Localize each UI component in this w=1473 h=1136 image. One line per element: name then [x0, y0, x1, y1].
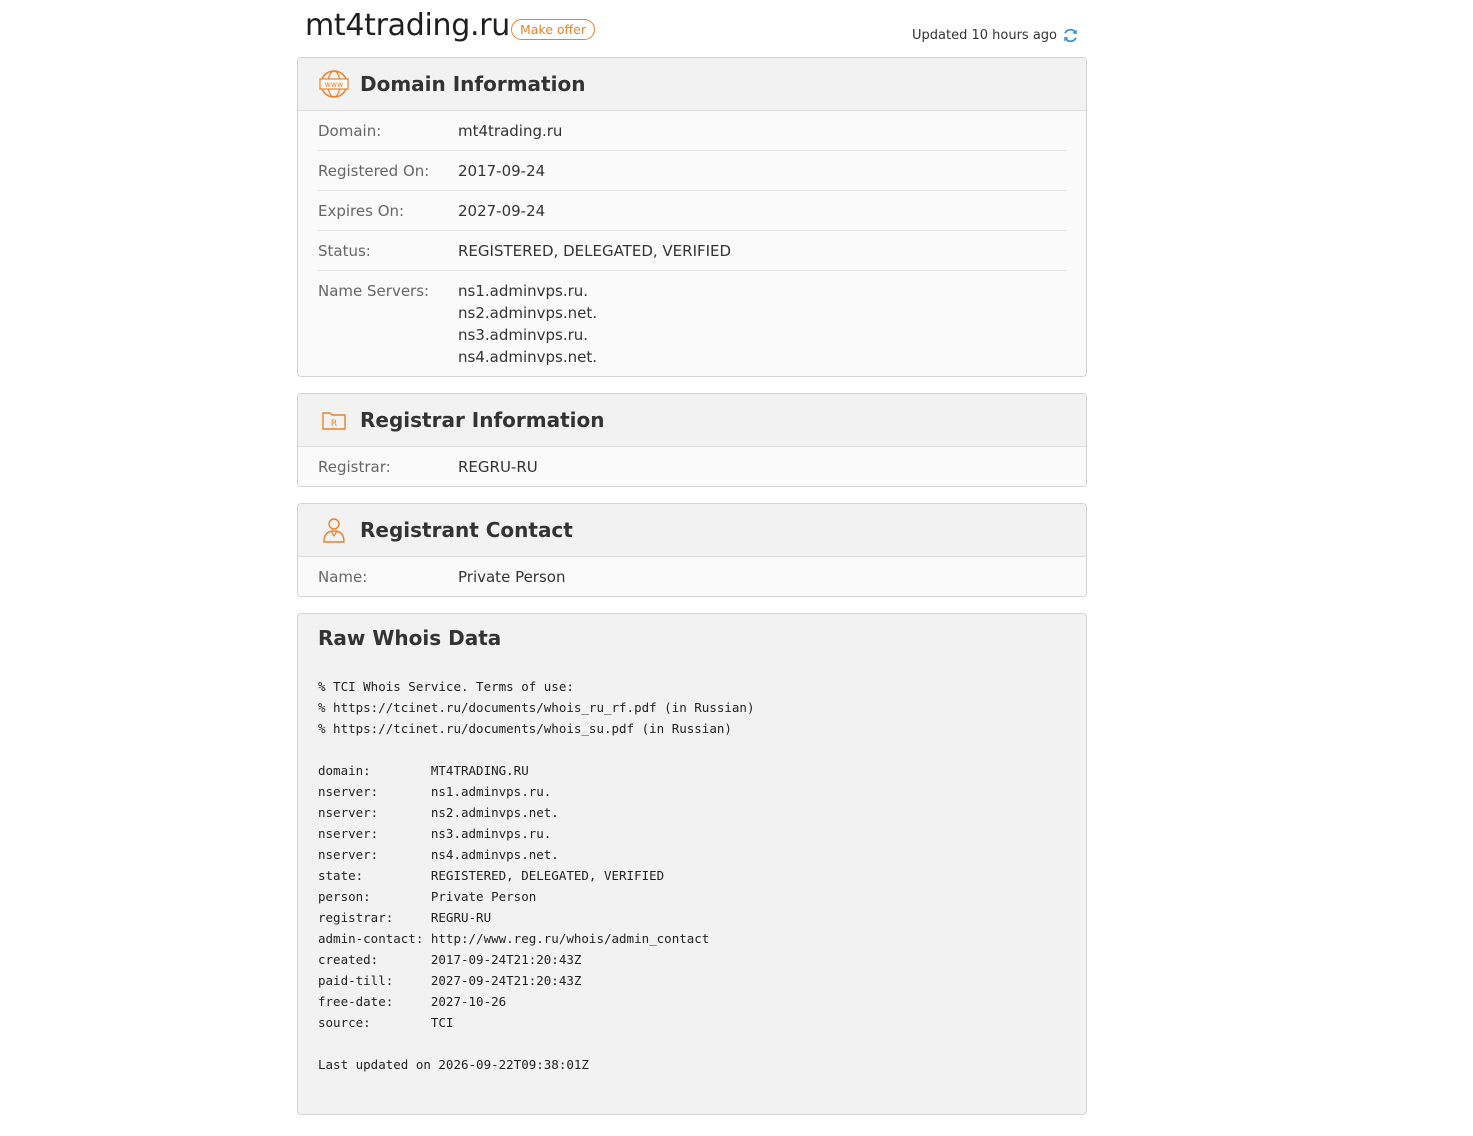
row-value: mt4trading.ru [458, 122, 563, 140]
expires-on-row: Expires On: 2027-09-24 [318, 191, 1066, 231]
page: mt4trading.ru Make offer Updated 10 hour… [297, 0, 1087, 1131]
registrar-information-title: Registrar Information [360, 408, 605, 432]
status-row: Status: REGISTERED, DELEGATED, VERIFIED [318, 231, 1066, 271]
page-title: mt4trading.ru [305, 8, 510, 43]
registrar-folder-icon: R [318, 404, 350, 436]
domain-information-title: Domain Information [360, 72, 586, 96]
row-label: Registrar: [318, 458, 391, 476]
domain-information-rows: Domain: mt4trading.ru Registered On: 201… [298, 111, 1086, 376]
updated-text: Updated 10 hours ago [912, 28, 1057, 43]
registrant-contact-card: Registrant Contact Name: Private Person [297, 503, 1087, 597]
name-server: ns1.adminvps.ru. [458, 282, 589, 300]
row-label: Name: [318, 568, 368, 586]
domain-information-header: www Domain Information [298, 58, 1086, 111]
name-server: ns2.adminvps.net. [458, 304, 597, 322]
row-label: Name Servers: [318, 282, 430, 300]
refresh-icon[interactable] [1062, 27, 1079, 44]
registered-on-row: Registered On: 2017-09-24 [318, 151, 1066, 191]
raw-whois-card: Raw Whois Data % TCI Whois Service. Term… [297, 613, 1087, 1115]
domain-row: Domain: mt4trading.ru [318, 111, 1066, 151]
name-server: ns3.adminvps.ru. [458, 326, 589, 344]
registrar-row: Registrar: REGRU-RU [318, 447, 1066, 486]
updated-status: Updated 10 hours ago [912, 27, 1079, 44]
row-value: REGRU-RU [458, 458, 538, 476]
row-label: Domain: [318, 122, 382, 140]
row-label: Status: [318, 242, 371, 260]
person-icon [318, 514, 350, 546]
registrant-contact-title: Registrant Contact [360, 518, 573, 542]
registrant-contact-rows: Name: Private Person [298, 557, 1086, 596]
www-icon: www [318, 68, 350, 100]
name-servers-list: ns1.adminvps.ru. ns2.adminvps.net. ns3.a… [458, 280, 597, 368]
row-value: 2017-09-24 [458, 162, 546, 180]
row-value: REGISTERED, DELEGATED, VERIFIED [458, 242, 732, 260]
name-row: Name: Private Person [318, 557, 1066, 596]
name-servers-row: Name Servers: ns1.adminvps.ru. ns2.admin… [318, 271, 1066, 376]
row-value: Private Person [458, 568, 566, 586]
raw-whois-title: Raw Whois Data [318, 626, 502, 650]
row-label: Registered On: [318, 162, 430, 180]
svg-text:R: R [331, 419, 337, 429]
raw-whois-text: % TCI Whois Service. Terms of use: % htt… [318, 679, 755, 1072]
registrant-contact-header: Registrant Contact [298, 504, 1086, 557]
top-bar: mt4trading.ru Make offer Updated 10 hour… [297, 0, 1087, 57]
row-value: 2027-09-24 [458, 202, 546, 220]
make-offer-button[interactable]: Make offer [511, 19, 595, 40]
name-server: ns4.adminvps.net. [458, 348, 597, 366]
registrar-information-header: R Registrar Information [298, 394, 1086, 447]
registrar-information-rows: Registrar: REGRU-RU [298, 447, 1086, 486]
svg-text:www: www [325, 80, 343, 89]
row-label: Expires On: [318, 202, 405, 220]
domain-information-card: www Domain Information Domain: mt4tradin… [297, 57, 1087, 377]
registrar-information-card: R Registrar Information Registrar: REGRU… [297, 393, 1087, 487]
